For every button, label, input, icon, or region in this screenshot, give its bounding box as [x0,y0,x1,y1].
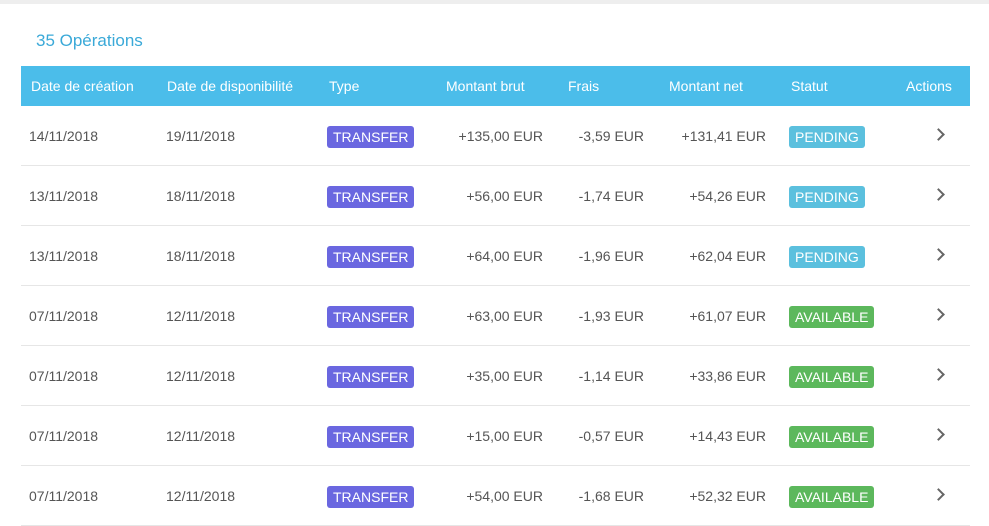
chevron-right-icon [931,427,945,441]
availability-date: 18/11/2018 [166,248,236,264]
header-created-date[interactable]: Date de création [31,66,134,106]
status-badge: AVAILABLE [789,486,875,509]
chevron-right-icon [931,487,945,501]
row-details-button[interactable] [928,106,948,166]
created-date: 07/11/2018 [29,488,99,504]
type-badge: TRANSFER [327,306,415,329]
top-border [0,0,989,4]
chevron-right-icon [931,247,945,261]
type-badge: TRANSFER [327,426,415,449]
table-row: 14/11/2018 19/11/2018 TRANSFER +135,00 E… [21,106,970,166]
row-details-button[interactable] [928,346,948,406]
net-amount: +54,26 EUR [689,188,766,204]
gross-amount: +135,00 EUR [458,128,543,144]
type-cell: TRANSFER [327,226,415,286]
header-net-amount[interactable]: Montant net [669,66,743,106]
table-row: 13/11/2018 18/11/2018 TRANSFER +64,00 EU… [21,226,970,286]
gross-amount: +54,00 EUR [466,488,543,504]
status-cell: AVAILABLE [789,346,875,406]
operations-table: Date de création Date de disponibilité T… [21,66,970,526]
row-details-button[interactable] [928,226,948,286]
created-date: 07/11/2018 [29,428,99,444]
type-cell: TRANSFER [327,166,415,226]
type-cell: TRANSFER [327,286,415,346]
header-type[interactable]: Type [329,66,359,106]
status-badge: AVAILABLE [789,306,875,329]
type-badge: TRANSFER [327,486,415,509]
net-amount: +61,07 EUR [689,308,766,324]
row-details-button[interactable] [928,166,948,226]
chevron-right-icon [931,187,945,201]
status-cell: AVAILABLE [789,406,875,466]
status-badge: AVAILABLE [789,366,875,389]
chevron-right-icon [931,367,945,381]
gross-amount: +63,00 EUR [466,308,543,324]
header-fees[interactable]: Frais [568,66,599,106]
row-details-button[interactable] [928,406,948,466]
status-cell: PENDING [789,226,865,286]
header-gross-amount[interactable]: Montant brut [446,66,525,106]
fees-amount: -1,68 EUR [578,488,644,504]
table-row: 07/11/2018 12/11/2018 TRANSFER +35,00 EU… [21,346,970,406]
table-row: 13/11/2018 18/11/2018 TRANSFER +56,00 EU… [21,166,970,226]
status-cell: PENDING [789,106,865,166]
status-cell: AVAILABLE [789,286,875,346]
net-amount: +62,04 EUR [689,248,766,264]
availability-date: 18/11/2018 [166,188,236,204]
net-amount: +14,43 EUR [689,428,766,444]
created-date: 07/11/2018 [29,308,99,324]
status-badge: PENDING [789,126,865,149]
fees-amount: -1,14 EUR [578,368,644,384]
table-header: Date de création Date de disponibilité T… [21,66,970,106]
table-row: 07/11/2018 12/11/2018 TRANSFER +63,00 EU… [21,286,970,346]
gross-amount: +15,00 EUR [466,428,543,444]
created-date: 13/11/2018 [29,248,99,264]
header-availability-date[interactable]: Date de disponibilité [167,66,293,106]
net-amount: +131,41 EUR [681,128,766,144]
type-badge: TRANSFER [327,366,415,389]
status-cell: AVAILABLE [789,466,875,526]
net-amount: +33,86 EUR [689,368,766,384]
fees-amount: -1,74 EUR [578,188,644,204]
status-badge: AVAILABLE [789,426,875,449]
type-cell: TRANSFER [327,406,415,466]
header-status[interactable]: Statut [791,66,828,106]
fees-amount: -3,59 EUR [578,128,644,144]
type-badge: TRANSFER [327,126,415,149]
type-cell: TRANSFER [327,106,415,166]
type-cell: TRANSFER [327,466,415,526]
availability-date: 12/11/2018 [166,368,236,384]
availability-date: 19/11/2018 [166,128,236,144]
row-details-button[interactable] [928,466,948,526]
type-cell: TRANSFER [327,346,415,406]
fees-amount: -0,57 EUR [578,428,644,444]
header-actions: Actions [906,78,952,94]
operations-count-title: 35 Opérations [36,31,143,50]
row-details-button[interactable] [928,286,948,346]
net-amount: +52,32 EUR [689,488,766,504]
availability-date: 12/11/2018 [166,428,236,444]
gross-amount: +64,00 EUR [466,248,543,264]
status-cell: PENDING [789,166,865,226]
gross-amount: +35,00 EUR [466,368,543,384]
created-date: 14/11/2018 [29,128,99,144]
created-date: 07/11/2018 [29,368,99,384]
status-badge: PENDING [789,186,865,209]
gross-amount: +56,00 EUR [466,188,543,204]
status-badge: PENDING [789,246,865,269]
table-row: 07/11/2018 12/11/2018 TRANSFER +54,00 EU… [21,466,970,526]
type-badge: TRANSFER [327,186,415,209]
table-row: 07/11/2018 12/11/2018 TRANSFER +15,00 EU… [21,406,970,466]
availability-date: 12/11/2018 [166,308,236,324]
availability-date: 12/11/2018 [166,488,236,504]
chevron-right-icon [931,127,945,141]
chevron-right-icon [931,307,945,321]
type-badge: TRANSFER [327,246,415,269]
fees-amount: -1,96 EUR [578,248,644,264]
created-date: 13/11/2018 [29,188,99,204]
fees-amount: -1,93 EUR [578,308,644,324]
table-body: 14/11/2018 19/11/2018 TRANSFER +135,00 E… [21,106,970,526]
